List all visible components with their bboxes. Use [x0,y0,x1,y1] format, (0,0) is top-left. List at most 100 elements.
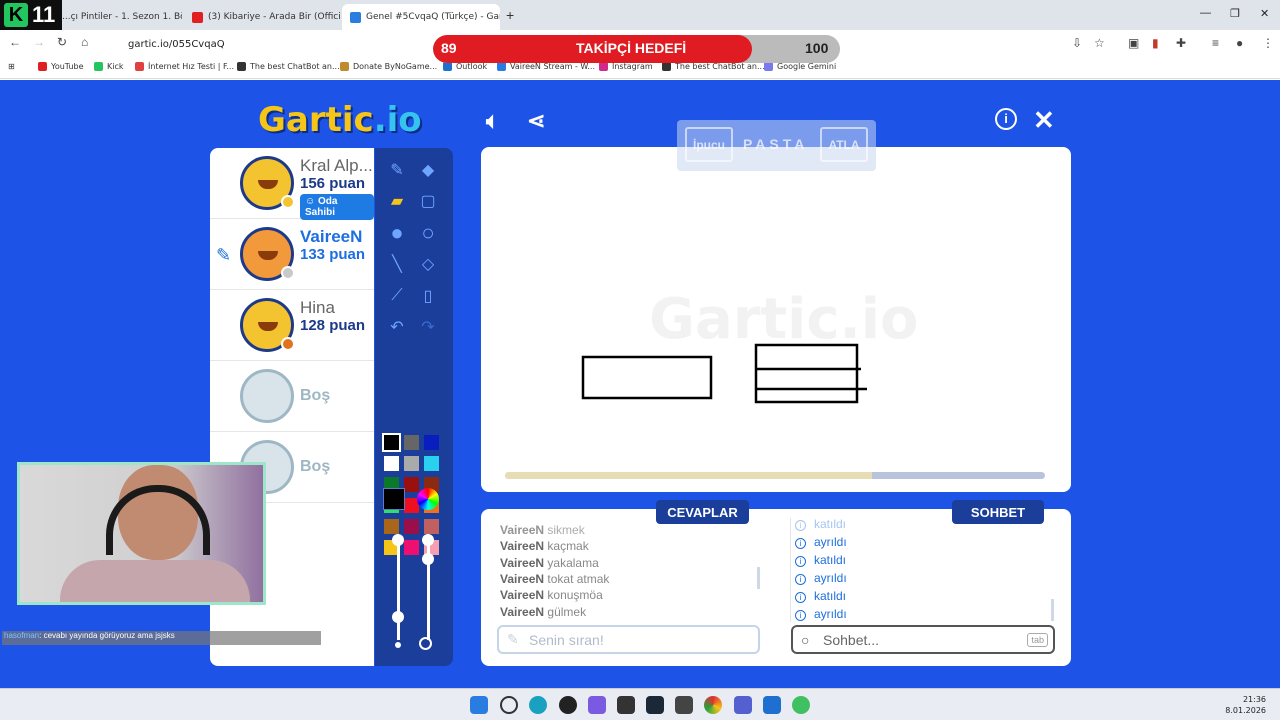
color-swatch[interactable] [404,435,419,450]
discord-icon[interactable] [588,696,606,714]
install-icon[interactable]: ⇩ [1072,36,1082,50]
share-icon[interactable]: ⋖ [527,108,545,134]
bookmark[interactable]: Kick [94,62,124,71]
system-clock[interactable]: 21:36 8.01.2026 [1225,694,1266,716]
app-icon[interactable] [675,696,693,714]
kick-icon: K [4,3,28,27]
hint-button[interactable]: İpucu [685,127,733,162]
opacity-slider-handle[interactable] [422,534,434,546]
menu-icon[interactable]: ⋮ [1262,36,1274,50]
info-icon[interactable]: i [995,108,1017,130]
chat-input[interactable]: ○ Sohbet... tab [791,625,1055,654]
rectangle-icon[interactable]: ▢ [415,188,441,214]
chrome-icon[interactable] [704,696,722,714]
drawing-canvas[interactable]: Gartic.io [481,147,1071,492]
browser-tab-active[interactable]: Genel #5CvqaQ (Türkçe) - Gart✕ [342,4,500,30]
color-swatch[interactable] [404,519,419,534]
pencil-icon[interactable]: ✎ [384,157,410,183]
puzzle-icon[interactable]: ✚ [1176,36,1186,50]
avatar [240,156,295,210]
browser-tab[interactable]: ...çı Pintiler - 1. Sezon 1. Bö✕ [54,4,182,30]
stream-badge-number: 11 [32,2,56,27]
size-slider[interactable] [397,540,400,640]
chat-event: i ayrıldı [795,607,847,621]
bookmark[interactable]: Google Gemini [764,62,836,71]
player-card[interactable]: Hina 128 puan [210,290,374,361]
steam-icon[interactable] [646,696,664,714]
paint-icon[interactable]: ◇ [415,251,441,277]
size-slider-handle[interactable] [392,534,404,546]
color-swatch[interactable] [382,433,401,452]
apps-icon[interactable]: ⊞ [8,62,15,71]
chat-event: i ayrıldı [795,535,847,549]
drawing-pencil-icon: ✎ [216,245,232,265]
app-icon[interactable] [792,696,810,714]
webcam-overlay [17,462,266,605]
color-swatch[interactable] [404,456,419,471]
player-card[interactable]: ✎ VaireeN 133 puan [210,219,374,290]
undo-icon[interactable]: ↶ [384,314,410,340]
eraser-icon[interactable]: ◆ [415,157,441,183]
panel-divider [790,518,791,622]
bookmark[interactable]: The best ChatBot an... [237,62,340,71]
redo-icon[interactable]: ↷ [415,314,441,340]
outlook-icon[interactable] [763,696,781,714]
media-icon[interactable]: ≡ [1212,36,1219,50]
bookmark[interactable]: YouTube [38,62,84,71]
close-window-icon[interactable]: ✕ [1260,7,1269,20]
player-score: 128 puan [300,317,366,334]
restore-icon[interactable]: ❐ [1230,7,1240,20]
color-swatch[interactable] [424,435,439,450]
bookmark-star-icon[interactable]: ☆ [1094,36,1105,50]
search-icon[interactable] [500,696,518,714]
circle-icon[interactable]: ○ [415,220,441,246]
color-swatch[interactable] [384,519,399,534]
edge-icon[interactable] [529,696,547,714]
opacity-slider-handle[interactable] [422,553,434,565]
app-icon[interactable] [559,696,577,714]
epic-games-icon[interactable] [617,696,635,714]
stream-logo: K 11 [0,0,62,30]
extension-icon[interactable]: ▮ [1152,36,1159,50]
player-card[interactable]: Kral Alp... 156 puan ☺ Oda Sahibi [210,148,374,220]
answer-input[interactable]: ✎ Senin sıran! [497,625,760,654]
round-progress [505,472,1045,479]
line-icon[interactable]: ╲ [384,251,410,277]
color-swatch[interactable] [424,519,439,534]
page-icon[interactable]: ▯ [415,283,441,309]
fill-bucket-icon[interactable]: ▰ [384,188,410,214]
app-icon[interactable] [734,696,752,714]
back-icon[interactable]: ← [9,35,21,49]
windows-start-icon[interactable] [470,696,488,714]
filled-circle-icon[interactable]: ● [384,220,410,246]
color-swatch[interactable] [424,456,439,471]
forward-icon[interactable]: → [33,35,45,49]
eyedropper-icon[interactable]: ⟋ [384,283,410,309]
close-icon[interactable]: ✕ [1033,105,1055,136]
color-swatch[interactable] [384,456,399,471]
color-swatch[interactable] [404,540,419,555]
bookmark[interactable]: Donate ByNoGame... [340,62,437,71]
home-icon[interactable]: ⌂ [81,35,88,49]
browser-tab-bar: ...çı Pintiler - 1. Sezon 1. Bö✕ (3) Kib… [0,0,1280,30]
profile-icon[interactable]: ● [1236,36,1243,50]
skip-button[interactable]: ATLA [820,127,868,162]
bookmark[interactable]: Instagram [599,62,653,71]
sound-icon[interactable]: 🔈︎ [486,108,499,134]
color-wheel-icon[interactable] [417,488,439,510]
answers-scrollbar[interactable] [757,567,760,589]
bookmark[interactable]: The best ChatBot an... [662,62,765,71]
answer-item: VaireeN yakalama [500,556,599,570]
bookmark[interactable]: Outlook [443,62,487,71]
bookmark[interactable]: VaireeN Stream - W... [497,62,595,71]
size-slider-handle[interactable] [392,611,404,623]
extension-icon[interactable]: ▣ [1128,36,1139,50]
browser-tab[interactable]: (3) Kibariye - Arada Bir (Official✕ [184,4,340,30]
bookmark[interactable]: İnternet Hız Testi | F... [135,62,234,71]
new-tab-icon[interactable]: + [506,7,514,23]
drawing-toolbar: ✎ ◆ ▰ ▢ ● ○ ╲ ◇ ⟋ ▯ ↶ ↷ [375,148,453,666]
chat-scrollbar[interactable] [1051,599,1054,621]
reload-icon[interactable]: ↻ [57,35,67,49]
minimize-icon[interactable]: — [1200,7,1211,19]
color-swatch[interactable] [404,477,419,492]
